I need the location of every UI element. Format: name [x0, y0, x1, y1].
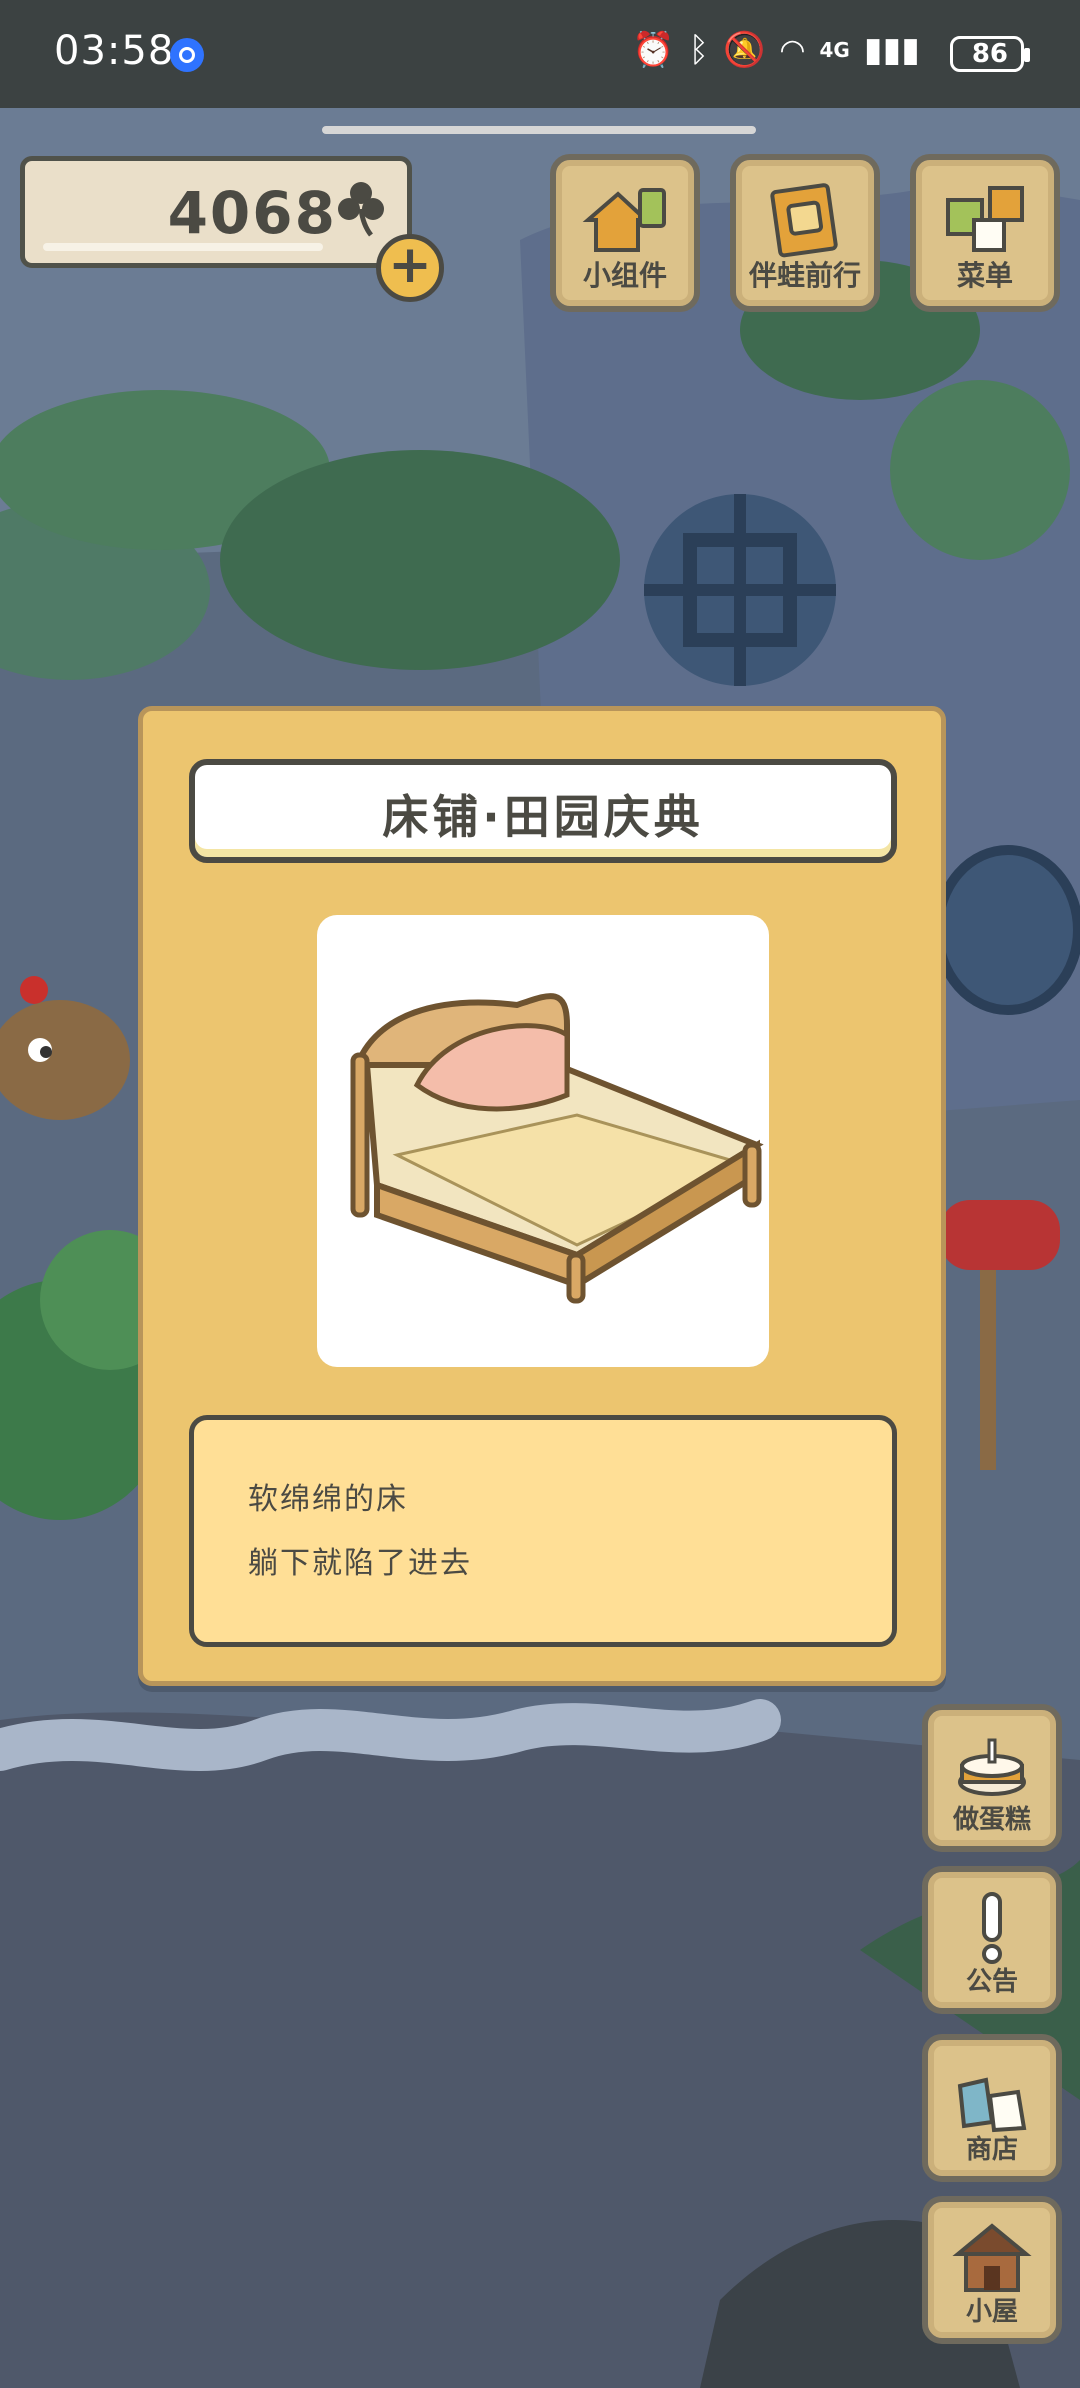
widget-icon [582, 188, 666, 252]
alarm-icon: ⏰ [632, 30, 675, 70]
network-type: 4G [819, 38, 850, 62]
description-line: 躺下就陷了进去 [248, 1546, 472, 1581]
add-clover-button[interactable]: + [376, 234, 444, 302]
exclamation-icon [982, 1892, 1002, 1964]
clover-count: 4068 [167, 179, 337, 247]
clover-icon [338, 182, 384, 237]
widget-button[interactable]: 小组件 [550, 154, 700, 312]
shop-bags-icon [957, 2077, 1027, 2133]
journey-button-label: 伴蛙前行 [748, 259, 861, 292]
house-icon [952, 2223, 1032, 2292]
menu-button[interactable]: 菜单 [910, 154, 1060, 312]
battery-level: 86 [971, 39, 1008, 69]
house-button[interactable]: 小屋 [922, 2196, 1062, 2344]
menu-button-label: 菜单 [956, 259, 1013, 292]
status-time: 03:58 [54, 28, 175, 74]
journey-book-icon [770, 183, 838, 258]
journey-button[interactable]: 伴蛙前行 [730, 154, 880, 312]
item-image-frame [317, 915, 769, 1367]
make-cake-label: 做蛋糕 [952, 1805, 1031, 1835]
item-description-box: 软绵绵的床 躺下就陷了进去 [189, 1415, 897, 1647]
status-bar: 03:58 ⏰ ᛒ 🔕 ◠ 4G ▮▮▮ 86 [0, 0, 1080, 108]
cake-icon [958, 1738, 1026, 1796]
pull-down-handle[interactable] [322, 126, 756, 134]
wifi-icon: ◠ [779, 32, 806, 68]
widget-button-label: 小组件 [582, 259, 667, 292]
bluetooth-icon: ᛒ [688, 30, 709, 70]
shop-button[interactable]: 商店 [922, 2034, 1062, 2182]
item-title: 床铺·田园庆典 [382, 790, 704, 844]
announcement-button[interactable]: 公告 [922, 1866, 1062, 2014]
announcement-label: 公告 [965, 1967, 1018, 1997]
signal-icon: ▮▮▮ [863, 30, 920, 70]
bed-illustration [350, 993, 764, 1304]
item-title-box: 床铺·田园庆典 [189, 759, 897, 863]
make-cake-button[interactable]: 做蛋糕 [922, 1704, 1062, 1852]
mute-bell-icon: 🔕 [722, 30, 766, 70]
menu-cards-icon [946, 186, 1024, 252]
app-notification-icon [170, 38, 204, 72]
house-label: 小屋 [965, 2297, 1018, 2327]
description-line: 软绵绵的床 [248, 1482, 408, 1517]
shop-label: 商店 [965, 2135, 1018, 2165]
clover-counter: 4068 [20, 156, 412, 268]
item-detail-card: 床铺·田园庆典 软绵绵的床 躺下就陷了进去 [138, 706, 946, 1686]
